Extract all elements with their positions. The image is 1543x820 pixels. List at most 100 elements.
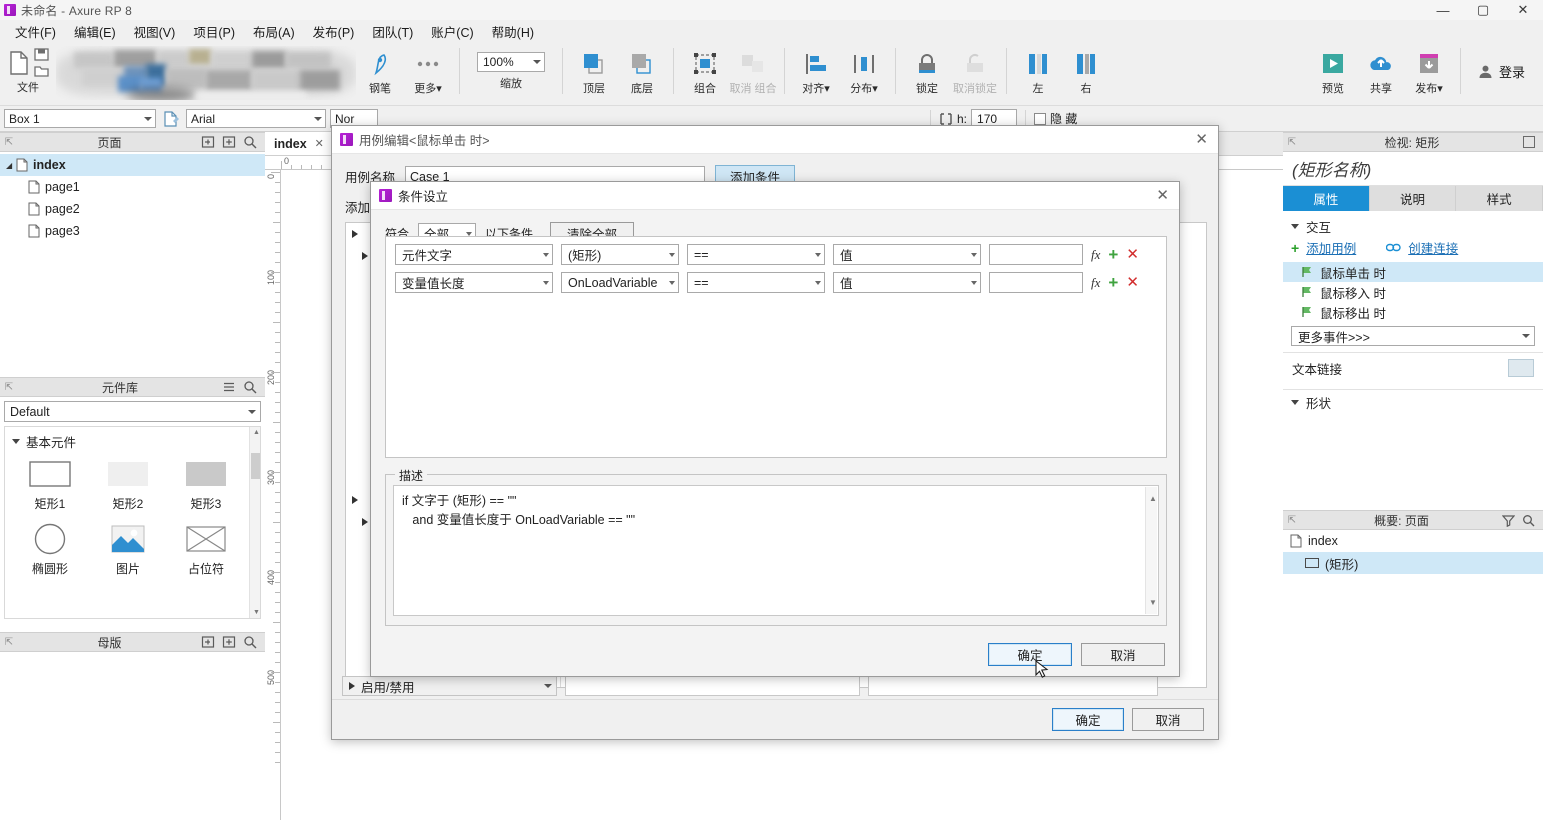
collapse-icon[interactable]: ⇱: [0, 637, 18, 648]
hidden-checkbox[interactable]: [1034, 113, 1046, 125]
more-events-select[interactable]: 更多事件>>>: [1291, 326, 1535, 346]
condition-target-select-2[interactable]: OnLoadVariable: [561, 272, 679, 293]
unlock-button[interactable]: 取消锁定: [951, 46, 999, 102]
collapse-icon[interactable]: ⇱: [1283, 137, 1301, 148]
shape-section-header[interactable]: 形状: [1283, 390, 1543, 414]
align-button[interactable]: 对齐▾: [792, 46, 840, 102]
login-button[interactable]: 登录: [1468, 46, 1535, 96]
description-scrollbar[interactable]: ▲ ▼: [1145, 487, 1157, 614]
expand-triangle-icon[interactable]: ◢: [6, 161, 16, 170]
expand-triangle-icon[interactable]: [352, 230, 358, 238]
menu-icon[interactable]: [222, 380, 236, 394]
fx-button-1[interactable]: fx: [1091, 247, 1100, 263]
close-icon[interactable]: ✕: [1156, 186, 1169, 204]
tab-index[interactable]: index ✕: [265, 132, 334, 155]
menu-project[interactable]: 项目(P): [184, 19, 244, 44]
publish-button[interactable]: 发布▾: [1405, 46, 1453, 102]
event-mouse-leave[interactable]: 鼠标移出 时: [1283, 302, 1543, 322]
widget-ellipse[interactable]: 椭圆形: [11, 522, 89, 577]
condition-value-input-1[interactable]: [989, 244, 1083, 265]
expand-triangle-icon[interactable]: [362, 518, 368, 526]
tree-row-index[interactable]: ◢ index: [0, 154, 265, 176]
interaction-section-header[interactable]: 交互: [1283, 211, 1543, 235]
fx-button-2[interactable]: fx: [1091, 275, 1100, 291]
edit-style-button[interactable]: [160, 109, 182, 129]
scroll-up-icon[interactable]: ▲: [253, 429, 260, 436]
ungroup-button[interactable]: 取消 组合: [729, 46, 777, 102]
menu-view[interactable]: 视图(V): [125, 19, 185, 44]
share-button[interactable]: 共享: [1357, 46, 1405, 102]
case-cancel-button[interactable]: 取消: [1132, 708, 1204, 731]
menu-file[interactable]: 文件(F): [6, 19, 65, 44]
minimize-button[interactable]: —: [1423, 0, 1463, 20]
send-to-back-button[interactable]: 底层: [618, 46, 666, 102]
widget-name-field[interactable]: (矩形名称): [1283, 152, 1543, 186]
create-link-link[interactable]: 创建连接: [1408, 238, 1458, 257]
add-folder-icon[interactable]: [222, 135, 236, 149]
close-icon[interactable]: ✕: [315, 137, 324, 150]
menu-edit[interactable]: 编辑(E): [65, 19, 125, 44]
condition-cancel-button[interactable]: 取消: [1081, 643, 1165, 666]
pen-tool-button[interactable]: 钢笔: [356, 46, 404, 102]
maximize-button[interactable]: ▢: [1463, 0, 1503, 20]
add-master-icon[interactable]: [201, 635, 215, 649]
basic-widgets-section[interactable]: 基本元件: [5, 427, 260, 453]
add-condition-row-button-2[interactable]: +: [1108, 276, 1118, 290]
widget-placeholder[interactable]: 占位符: [167, 522, 245, 577]
expand-triangle-icon[interactable]: [352, 496, 358, 504]
outline-row-index[interactable]: index: [1283, 530, 1543, 552]
enable-disable-field-1[interactable]: [565, 676, 860, 696]
condition-operator-select-1[interactable]: ==: [687, 244, 825, 265]
filter-icon[interactable]: [1502, 514, 1515, 527]
tree-row-page3[interactable]: page3: [0, 220, 265, 242]
outline-row-rectangle[interactable]: (矩形): [1283, 552, 1543, 574]
panel-expand-icon[interactable]: [1523, 136, 1535, 148]
add-master-folder-icon[interactable]: [222, 635, 236, 649]
condition-valuetype-select-1[interactable]: 值: [833, 244, 981, 265]
tab-properties[interactable]: 属性: [1283, 186, 1370, 211]
distribute-button[interactable]: 分布▾: [840, 46, 888, 102]
search-icon[interactable]: [243, 635, 257, 649]
widget-rectangle1[interactable]: 矩形1: [11, 457, 89, 512]
tab-notes[interactable]: 说明: [1370, 186, 1457, 211]
event-mouse-enter[interactable]: 鼠标移入 时: [1283, 282, 1543, 302]
group-button[interactable]: 组合: [681, 46, 729, 102]
add-condition-row-button-1[interactable]: +: [1108, 248, 1118, 262]
scrollbar-thumb[interactable]: [251, 453, 260, 479]
scroll-up-icon[interactable]: ▲: [1149, 489, 1157, 508]
search-icon[interactable]: [243, 380, 257, 394]
case-ok-button[interactable]: 确定: [1052, 708, 1124, 731]
close-icon[interactable]: ✕: [1195, 130, 1208, 148]
more-tools-button[interactable]: 更多▾: [404, 46, 452, 102]
file-group[interactable]: 文件: [0, 46, 56, 95]
close-window-button[interactable]: ✕: [1503, 0, 1543, 20]
search-icon[interactable]: [1522, 514, 1535, 527]
scroll-down-icon[interactable]: ▼: [1149, 593, 1157, 612]
scroll-down-icon[interactable]: ▼: [253, 609, 260, 616]
menu-publish[interactable]: 发布(P): [304, 19, 364, 44]
remove-condition-row-button-2[interactable]: ✕: [1126, 276, 1139, 290]
align-left-button[interactable]: 左: [1014, 46, 1062, 102]
enable-disable-select[interactable]: 启用/禁用: [342, 676, 557, 696]
add-case-link[interactable]: 添加用例: [1306, 238, 1356, 257]
widget-image[interactable]: 图片: [89, 522, 167, 577]
lock-button[interactable]: 锁定: [903, 46, 951, 102]
tree-row-page2[interactable]: page2: [0, 198, 265, 220]
font-family-combo[interactable]: Arial: [186, 109, 326, 128]
condition-ok-button[interactable]: 确定: [988, 643, 1072, 666]
align-right-button[interactable]: 右: [1062, 46, 1110, 102]
text-link-button[interactable]: [1508, 359, 1534, 377]
zoom-select[interactable]: 100%: [477, 52, 545, 72]
collapse-icon[interactable]: ⇱: [1283, 515, 1301, 526]
event-mouse-click[interactable]: 鼠标单击 时: [1283, 262, 1543, 282]
widget-rectangle3[interactable]: 矩形3: [167, 457, 245, 512]
remove-condition-row-button-1[interactable]: ✕: [1126, 248, 1139, 262]
menu-layout[interactable]: 布局(A): [244, 19, 304, 44]
widget-rectangle2[interactable]: 矩形2: [89, 457, 167, 512]
enable-disable-field-2[interactable]: [868, 676, 1158, 696]
collapse-icon[interactable]: ⇱: [0, 137, 18, 148]
tree-row-page1[interactable]: page1: [0, 176, 265, 198]
condition-subject-select-1[interactable]: 元件文字: [395, 244, 553, 265]
search-icon[interactable]: [243, 135, 257, 149]
collapse-icon[interactable]: ⇱: [0, 382, 18, 393]
